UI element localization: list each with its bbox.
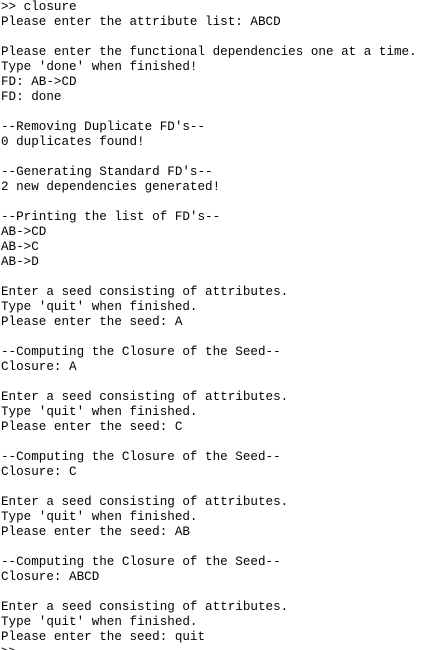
terminal-prompt-partial: >>	[1, 645, 444, 650]
terminal-line: Please enter the seed: C	[1, 420, 183, 434]
terminal-line: Please enter the attribute list: ABCD	[1, 15, 281, 29]
terminal-output[interactable]: >> closure Please enter the attribute li…	[1, 0, 444, 650]
terminal-line: Please enter the seed: quit	[1, 630, 206, 644]
terminal-line: AB->D	[1, 255, 39, 269]
terminal-line: --Generating Standard FD's--	[1, 165, 213, 179]
terminal-line: Enter a seed consisting of attributes.	[1, 495, 289, 509]
terminal-line: --Computing the Closure of the Seed--	[1, 345, 281, 359]
terminal-line: Enter a seed consisting of attributes.	[1, 285, 289, 299]
terminal-line: FD: AB->CD	[1, 75, 77, 89]
terminal-line: --Printing the list of FD's--	[1, 210, 221, 224]
terminal-line: Type 'done' when finished!	[1, 60, 198, 74]
terminal-line: Type 'quit' when finished.	[1, 300, 198, 314]
terminal-line: --Removing Duplicate FD's--	[1, 120, 206, 134]
terminal-line: Closure: A	[1, 360, 77, 374]
terminal-line: AB->CD	[1, 225, 47, 239]
terminal-line: 2 new dependencies generated!	[1, 180, 221, 194]
terminal-line: 0 duplicates found!	[1, 135, 145, 149]
terminal-line: --Computing the Closure of the Seed--	[1, 555, 281, 569]
terminal-line: AB->C	[1, 240, 39, 254]
terminal-line: >> closure	[1, 0, 77, 14]
terminal-line: --Computing the Closure of the Seed--	[1, 450, 281, 464]
terminal-line: Enter a seed consisting of attributes.	[1, 390, 289, 404]
terminal-line: Closure: ABCD	[1, 570, 100, 584]
terminal-line: Please enter the functional dependencies…	[1, 45, 417, 59]
terminal-line: Please enter the seed: AB	[1, 525, 190, 539]
terminal-line: Enter a seed consisting of attributes.	[1, 600, 289, 614]
terminal-line: Type 'quit' when finished.	[1, 510, 198, 524]
terminal-line: Type 'quit' when finished.	[1, 615, 198, 629]
terminal-line: FD: done	[1, 90, 62, 104]
terminal-line: Please enter the seed: A	[1, 315, 183, 329]
terminal-line: Closure: C	[1, 465, 77, 479]
terminal-line: Type 'quit' when finished.	[1, 405, 198, 419]
